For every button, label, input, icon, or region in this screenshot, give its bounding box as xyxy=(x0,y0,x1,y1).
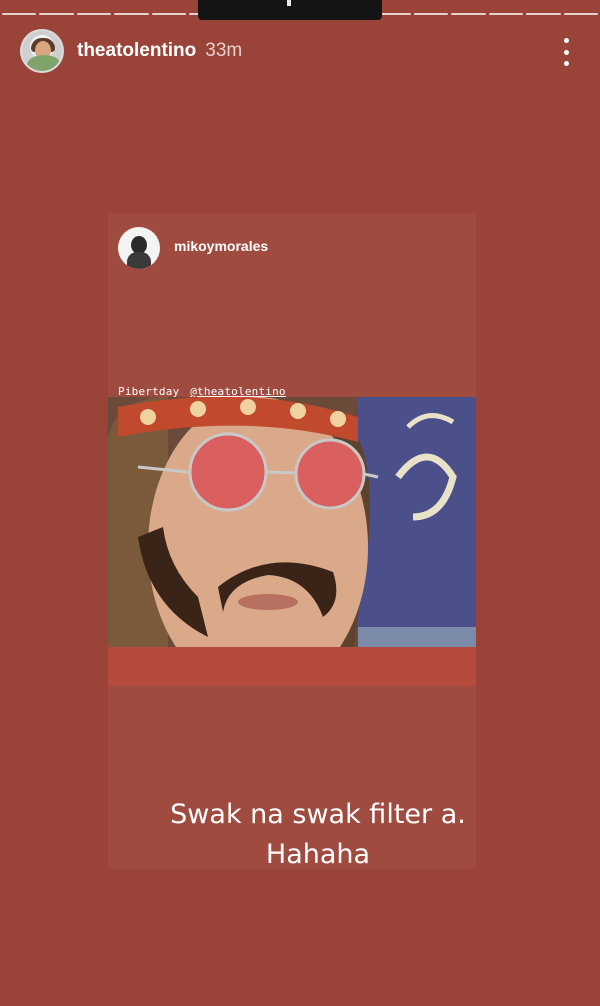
caption-line-2: Hahaha xyxy=(265,839,371,870)
progress-segment xyxy=(413,13,449,15)
notch-indicator xyxy=(287,0,291,6)
shared-photo[interactable] xyxy=(108,397,476,686)
shared-author-username[interactable]: mikoymorales xyxy=(174,238,268,254)
progress-segment xyxy=(563,13,598,15)
status-bar-notch xyxy=(198,0,382,20)
author-avatar[interactable] xyxy=(20,29,64,73)
dot xyxy=(563,38,569,43)
story-header: theatolentino 33m xyxy=(20,28,580,74)
progress-segment xyxy=(2,13,37,15)
dot xyxy=(563,61,569,66)
story-caption: Swak na swak filter a. Hahaha xyxy=(168,795,468,875)
avatar-foliage xyxy=(27,55,61,71)
avatar-body xyxy=(127,252,151,269)
post-timestamp: 33m xyxy=(205,40,243,61)
more-options-icon[interactable] xyxy=(562,38,570,66)
progress-segment xyxy=(114,13,149,15)
progress-segment xyxy=(39,13,74,15)
author-username[interactable]: theatolentino xyxy=(77,40,196,62)
shared-post-card[interactable]: mikoymorales Pibertday @theatolentino Sw… xyxy=(108,213,476,870)
progress-segment xyxy=(488,13,524,15)
shared-author-avatar[interactable] xyxy=(118,227,160,269)
progress-segment xyxy=(76,13,112,15)
selfie-photo-illustration xyxy=(108,397,476,686)
caption-line-1: Swak na swak filter a. xyxy=(170,799,466,830)
progress-segment xyxy=(451,13,486,15)
progress-segment xyxy=(526,13,561,15)
progress-segment xyxy=(151,13,187,15)
dot xyxy=(563,49,569,55)
